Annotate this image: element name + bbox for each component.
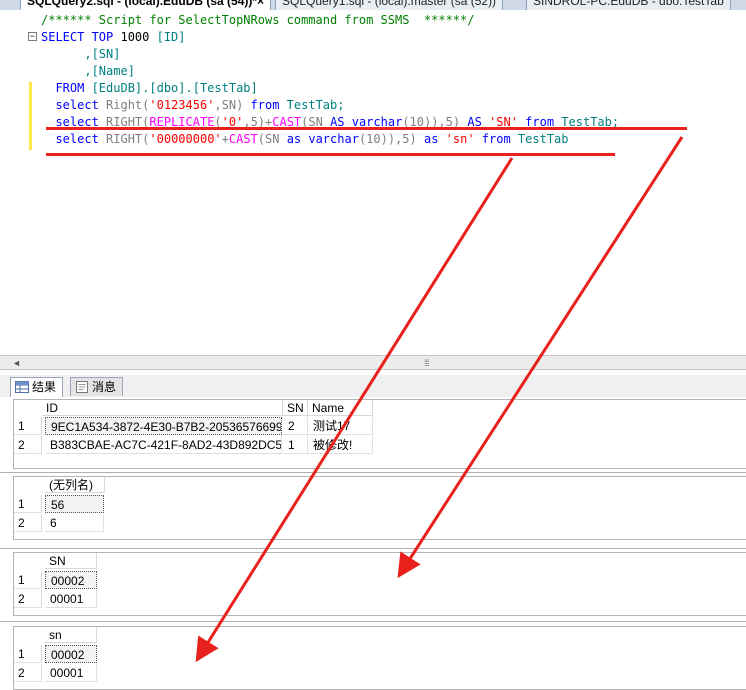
- tab-results[interactable]: 结果: [10, 377, 64, 398]
- column-header-sn[interactable]: SN: [45, 553, 97, 569]
- code-line-3: ,[SN]: [41, 47, 121, 61]
- cell-id[interactable]: B383CBAE-AC7C-421F-8AD2-43D892DC5532: [45, 436, 282, 454]
- result-grid-2[interactable]: (无列名) 1 56 2 6: [13, 476, 746, 540]
- annotation-underline-1: [46, 127, 687, 130]
- row-number[interactable]: 2: [14, 514, 42, 532]
- code-line-4: ,[Name]: [41, 64, 135, 78]
- column-header-sn-lower[interactable]: sn: [45, 627, 97, 643]
- cell-sn[interactable]: 1: [283, 436, 308, 454]
- grid-separator[interactable]: [0, 472, 746, 473]
- row-number[interactable]: 1: [14, 417, 42, 435]
- row-number[interactable]: 1: [14, 571, 42, 589]
- tab-messages-label: 消息: [92, 380, 117, 394]
- result-grid-4[interactable]: sn 1 00002 2 00001: [13, 626, 746, 690]
- cell-name[interactable]: 被修改!: [308, 436, 373, 454]
- result-grid-1[interactable]: ID SN Name 1 9EC1A534-3872-4E30-B7B2-205…: [13, 399, 746, 469]
- results-pane: ID SN Name 1 9EC1A534-3872-4E30-B7B2-205…: [0, 397, 746, 690]
- tab-sqlquery1-label: SQLQuery1.sql - (local).master (sa (52)): [282, 0, 497, 8]
- messages-icon: [76, 381, 88, 393]
- cell-value[interactable]: 56: [45, 495, 104, 513]
- row-number[interactable]: 2: [14, 436, 42, 454]
- grid-separator[interactable]: [0, 548, 746, 549]
- grid-separator[interactable]: [0, 621, 746, 622]
- cell-sn[interactable]: 2: [283, 417, 308, 435]
- document-tab-bar: SQLQuery2.sql - (local).EduDB (sa (54))*…: [0, 0, 746, 10]
- code-line-5: FROM [EduDB].[dbo].[TestTab]: [55, 81, 258, 95]
- code-line-6: select Right('0123456',SN) from TestTab;: [55, 98, 345, 112]
- cell-value[interactable]: 00001: [45, 664, 97, 682]
- scroll-left-icon[interactable]: ◄: [12, 358, 21, 368]
- cell-value[interactable]: 00001: [45, 590, 97, 608]
- tab-testtab-design[interactable]: SINDROL-PC.EduDB - dbo.TestTab: [526, 0, 731, 10]
- row-number[interactable]: 1: [14, 495, 42, 513]
- cell-value[interactable]: 6: [45, 514, 104, 532]
- row-number[interactable]: 2: [14, 590, 42, 608]
- code-line-2: SELECT TOP 1000 [ID]: [41, 30, 186, 44]
- result-grid-3[interactable]: SN 1 00002 2 00001: [13, 552, 746, 616]
- column-header-sn[interactable]: SN: [283, 400, 308, 416]
- column-header-id[interactable]: ID: [42, 400, 283, 416]
- query-editor[interactable]: − /****** Script for SelectTopNRows comm…: [0, 10, 746, 355]
- code-line-8: select RIGHT('00000000'+CAST(SN as varch…: [55, 132, 569, 146]
- code-line-1: /****** Script for SelectTopNRows comman…: [41, 13, 475, 27]
- tab-sqlquery2[interactable]: SQLQuery2.sql - (local).EduDB (sa (54))*…: [20, 0, 272, 10]
- cell-value[interactable]: 00002: [45, 645, 97, 663]
- row-number[interactable]: 1: [14, 645, 42, 663]
- row-number[interactable]: 2: [14, 664, 42, 682]
- tab-messages[interactable]: 消息: [70, 377, 124, 396]
- result-tab-bar: 结果 消息: [0, 375, 746, 398]
- splitter-grip-icon[interactable]: ⁞⁞⁞: [424, 358, 429, 368]
- cell-name[interactable]: 测试17: [308, 417, 373, 435]
- cell-value[interactable]: 00002: [45, 571, 97, 589]
- tab-close-icon[interactable]: ×: [257, 0, 264, 8]
- editor-horizontal-scrollbar[interactable]: ◄ ⁞⁞⁞: [0, 355, 746, 370]
- tab-sqlquery2-label: SQLQuery2.sql - (local).EduDB (sa (54))*: [27, 0, 258, 8]
- cell-id[interactable]: 9EC1A534-3872-4E30-B7B2-205365766993: [45, 417, 282, 435]
- grid-icon: [15, 381, 29, 393]
- column-header-no-name[interactable]: (无列名): [45, 477, 105, 493]
- tab-results-label: 结果: [32, 380, 57, 394]
- changed-lines-marker: [29, 82, 32, 150]
- annotation-underline-2: [46, 153, 615, 156]
- tab-sqlquery1[interactable]: SQLQuery1.sql - (local).master (sa (52)): [275, 0, 504, 10]
- tab-testtab-label: SINDROL-PC.EduDB - dbo.TestTab: [533, 0, 724, 8]
- column-header-name[interactable]: Name: [308, 400, 373, 416]
- collapse-toggle-icon[interactable]: −: [28, 32, 37, 42]
- editor-gutter: [0, 10, 30, 355]
